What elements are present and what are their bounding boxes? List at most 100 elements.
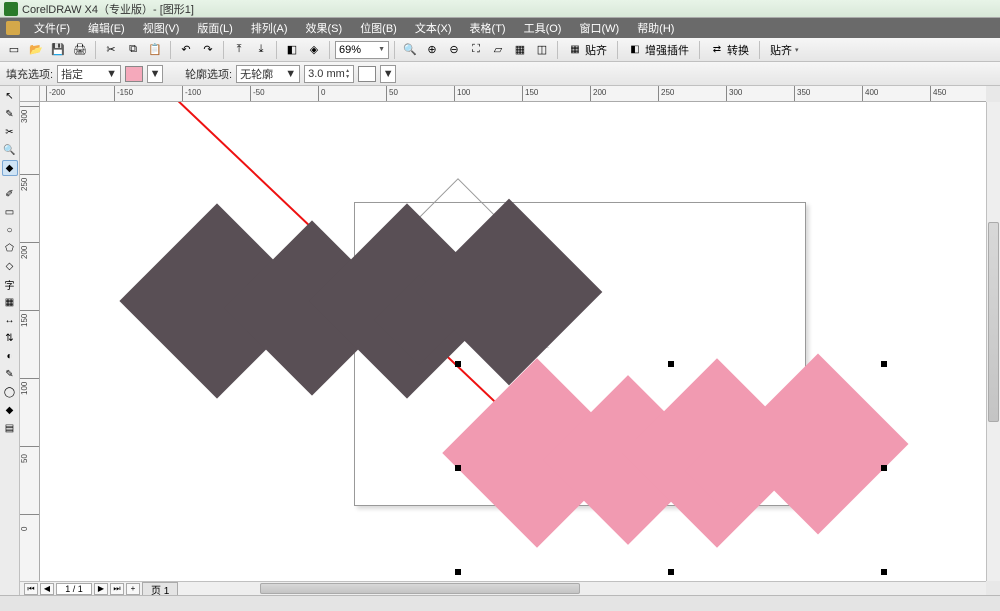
welcome-button[interactable]: ◈ — [304, 40, 324, 60]
text-tool[interactable]: 字 — [2, 276, 18, 292]
outline-mode-combo[interactable]: 无轮廓 ▼ — [236, 65, 300, 83]
export-button[interactable]: ⤓ — [251, 40, 271, 60]
menu-effects[interactable]: 效果(S) — [298, 18, 351, 38]
app-launcher-button[interactable]: ◧ — [282, 40, 302, 60]
eyedropper-tool[interactable]: ✎ — [2, 366, 18, 382]
zoom-value: 69% — [339, 44, 361, 56]
menu-window[interactable]: 窗口(W) — [571, 18, 627, 38]
selection-handle[interactable] — [881, 465, 887, 471]
align-button[interactable]: 贴齐▾ — [765, 40, 804, 60]
undo-button[interactable]: ↶ — [176, 40, 196, 60]
selection-handle[interactable] — [455, 569, 461, 575]
selection-handle[interactable] — [668, 569, 674, 575]
menu-file[interactable]: 文件(F) — [26, 18, 78, 38]
zoom-fit-button[interactable]: ⛶ — [466, 40, 486, 60]
window-title: CorelDRAW X4（专业版）- [图形1] — [22, 1, 194, 17]
zoom-page-button[interactable]: ▱ — [488, 40, 508, 60]
chevron-down-icon: ▼ — [285, 68, 296, 80]
menu-help[interactable]: 帮助(H) — [629, 18, 682, 38]
next-page-button[interactable]: ▶ — [94, 583, 108, 595]
open-button[interactable]: 📂 — [26, 40, 46, 60]
convert-button[interactable]: ⇄转换 — [705, 40, 754, 60]
prev-page-button[interactable]: ◀ — [40, 583, 54, 595]
outline-width-value: 3.0 mm — [308, 68, 345, 80]
fill-tool[interactable]: ◆ — [2, 402, 18, 418]
zoom-tool-button[interactable]: 🔍 — [400, 40, 420, 60]
fill-color-swatch[interactable] — [125, 66, 143, 82]
fill-mode-value: 指定 — [61, 66, 83, 82]
first-page-button[interactable]: ⏮ — [24, 583, 38, 595]
basic-shapes-tool[interactable]: ◇ — [2, 258, 18, 274]
title-bar: CorelDRAW X4（专业版）- [图形1] — [0, 0, 1000, 18]
shape-tool[interactable]: ✎ — [2, 106, 18, 122]
save-button[interactable]: 💾 — [48, 40, 68, 60]
fill-options-label: 填充选项: — [6, 66, 53, 82]
ruler-origin[interactable] — [20, 86, 40, 102]
page-navigator: ⏮ ◀ 1 / 1 ▶ ⏭ + 页 1 — [20, 581, 220, 595]
ellipse-tool[interactable]: ○ — [2, 222, 18, 238]
zoom-out-button[interactable]: ⊖ — [444, 40, 464, 60]
zoom-tool[interactable]: 🔍 — [2, 142, 18, 158]
scrollbar-thumb[interactable] — [988, 222, 999, 422]
outline-color-picker[interactable]: ▼ — [380, 65, 396, 83]
import-button[interactable]: ⤒ — [229, 40, 249, 60]
print-button[interactable]: 🖨 — [70, 40, 90, 60]
selection-handle[interactable] — [881, 361, 887, 367]
selection-handle[interactable] — [668, 361, 674, 367]
outline-tool[interactable]: ◯ — [2, 384, 18, 400]
menu-bitmaps[interactable]: 位图(B) — [352, 18, 405, 38]
zoom-in-button[interactable]: ⊕ — [422, 40, 442, 60]
horizontal-ruler[interactable]: -200-150-100-500501001502002503003504004… — [40, 86, 986, 102]
enhance-button[interactable]: ◧增强插件 — [623, 40, 694, 60]
smart-fill-tool[interactable]: ◆ — [2, 160, 18, 176]
drawing-viewport[interactable]: GXI syste — [40, 102, 986, 581]
cut-button[interactable]: ✂ — [101, 40, 121, 60]
chevron-down-icon: ▼ — [106, 68, 117, 80]
freehand-tool[interactable]: ✐ — [2, 186, 18, 202]
page-counter[interactable]: 1 / 1 — [56, 583, 92, 595]
outline-options-label: 轮廓选项: — [185, 66, 232, 82]
status-bar — [0, 595, 1000, 611]
toolbox: ↖ ✎ ✂ 🔍 ◆ ✐ ▭ ○ ⬠ ◇ 字 ▦ ↔ ⇅ ◐ ✎ ◯ ◆ ▤ — [0, 86, 20, 595]
snap-button[interactable]: ▦贴齐 — [563, 40, 612, 60]
zoom-all-button[interactable]: ▦ — [510, 40, 530, 60]
interactive-fill-tool[interactable]: ▤ — [2, 420, 18, 436]
vertical-ruler[interactable]: 300250200150100500-50 — [20, 102, 40, 581]
rectangle-tool[interactable]: ▭ — [2, 204, 18, 220]
vertical-scrollbar[interactable] — [986, 102, 1000, 581]
polygon-tool[interactable]: ⬠ — [2, 240, 18, 256]
redo-button[interactable]: ↷ — [198, 40, 218, 60]
interactive-blend-tool[interactable]: ◐ — [2, 348, 18, 364]
selection-handle[interactable] — [455, 465, 461, 471]
menu-tools[interactable]: 工具(O) — [516, 18, 570, 38]
dimension-tool[interactable]: ↔ — [2, 312, 18, 328]
last-page-button[interactable]: ⏭ — [110, 583, 124, 595]
add-page-button[interactable]: + — [126, 583, 140, 595]
menu-edit[interactable]: 编辑(E) — [80, 18, 133, 38]
outline-color-swatch[interactable] — [358, 66, 376, 82]
crop-tool[interactable]: ✂ — [2, 124, 18, 140]
menu-text[interactable]: 文本(X) — [407, 18, 460, 38]
page-tab[interactable]: 页 1 — [142, 582, 178, 596]
selection-handle[interactable] — [881, 569, 887, 575]
connector-tool[interactable]: ⇅ — [2, 330, 18, 346]
zoom-selection-button[interactable]: ◫ — [532, 40, 552, 60]
menu-view[interactable]: 视图(V) — [135, 18, 188, 38]
fill-mode-combo[interactable]: 指定 ▼ — [57, 65, 121, 83]
new-button[interactable]: ▭ — [4, 40, 24, 60]
pick-tool[interactable]: ↖ — [2, 88, 18, 104]
chevron-down-icon: ▼ — [378, 46, 385, 53]
fill-color-picker[interactable]: ▼ — [147, 65, 163, 83]
table-tool[interactable]: ▦ — [2, 294, 18, 310]
work-area: ↖ ✎ ✂ 🔍 ◆ ✐ ▭ ○ ⬠ ◇ 字 ▦ ↔ ⇅ ◐ ✎ ◯ ◆ ▤ -2… — [0, 86, 1000, 595]
copy-button[interactable]: ⧉ — [123, 40, 143, 60]
zoom-combo[interactable]: 69% ▼ — [335, 41, 389, 59]
scrollbar-thumb[interactable] — [260, 583, 580, 594]
selection-handle[interactable] — [455, 361, 461, 367]
horizontal-scrollbar[interactable] — [220, 581, 986, 595]
menu-layout[interactable]: 版面(L) — [189, 18, 240, 38]
paste-button[interactable]: 📋 — [145, 40, 165, 60]
menu-table[interactable]: 表格(T) — [462, 18, 514, 38]
menu-arrange[interactable]: 排列(A) — [243, 18, 296, 38]
outline-width-spinner[interactable]: 3.0 mm ▲▼ — [304, 65, 354, 83]
